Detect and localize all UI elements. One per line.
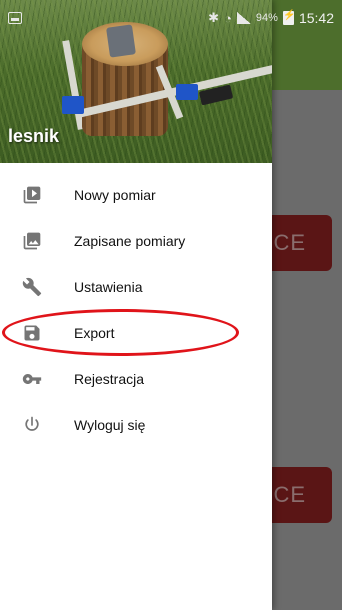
caliper-clamp-left: [62, 96, 84, 114]
tree-stump-image: [82, 22, 168, 140]
bluetooth-icon: ✱: [208, 10, 220, 25]
clock: 15:42: [298, 10, 334, 26]
status-bar: ✱ ◔ 94% 15:42: [0, 0, 342, 36]
battery-percent: 94%: [255, 12, 278, 24]
menu-item-logout[interactable]: Wyloguj się: [0, 402, 272, 448]
menu-item-export[interactable]: Export: [0, 310, 272, 356]
menu-label: Export: [74, 325, 115, 341]
battery-icon: [282, 10, 295, 25]
save-icon: [22, 323, 42, 343]
image-gallery-icon: [22, 231, 42, 251]
drawer-menu: Nowy pomiar Zapisane pomiary Ustawienia …: [0, 172, 272, 448]
menu-label: Wyloguj się: [74, 417, 146, 433]
menu-item-registration[interactable]: Rejestracja: [0, 356, 272, 402]
menu-label: Rejestracja: [74, 371, 145, 387]
navigation-drawer: lesnik Nowy pomiar Zapisane pomiary Usta…: [0, 0, 272, 610]
play-box-icon: [22, 185, 42, 205]
status-indicators: ✱ ◔ 94% 15:42: [208, 10, 334, 26]
wrench-icon: [22, 277, 42, 297]
menu-label: Ustawienia: [74, 279, 143, 295]
menu-label: Zapisane pomiary: [74, 233, 186, 249]
menu-item-new-measurement[interactable]: Nowy pomiar: [0, 172, 272, 218]
username: lesnik: [8, 126, 60, 146]
menu-item-settings[interactable]: Ustawienia: [0, 264, 272, 310]
caliper-clamp-right: [176, 84, 198, 100]
power-icon: [22, 415, 42, 435]
menu-item-saved-measurements[interactable]: Zapisane pomiary: [0, 218, 272, 264]
menu-label: Nowy pomiar: [74, 187, 156, 203]
notification-icon: [8, 12, 22, 24]
wifi-icon: ◔: [224, 10, 232, 26]
key-icon: [22, 369, 42, 389]
signal-icon: [236, 12, 251, 24]
